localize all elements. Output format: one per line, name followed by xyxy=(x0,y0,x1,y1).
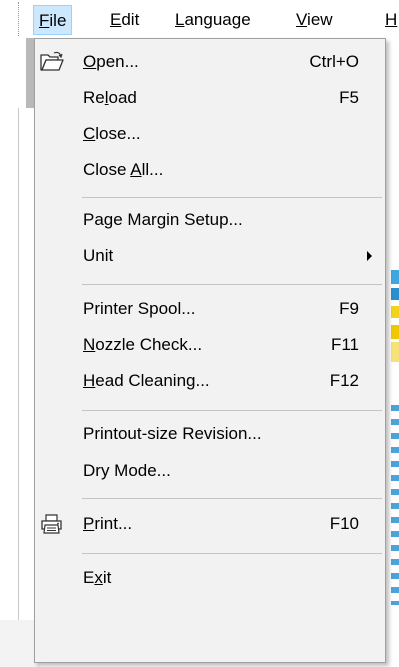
menu-bar-grip xyxy=(18,2,19,36)
menu-item-reload[interactable]: Reload F5 xyxy=(35,80,385,116)
shortcut-label: F11 xyxy=(330,335,359,354)
menu-separator xyxy=(82,197,382,198)
menu-language[interactable]: Language xyxy=(170,5,256,35)
background-content-sliver xyxy=(391,288,399,300)
menu-file[interactable]: File xyxy=(33,5,73,35)
menu-item-head-cleaning[interactable]: Head Cleaning... F12 xyxy=(35,363,385,399)
menu-separator xyxy=(82,284,382,285)
shortcut-label: F12 xyxy=(329,371,359,390)
shortcut-label: F9 xyxy=(339,299,359,318)
menu-item-close[interactable]: Close... xyxy=(35,116,385,152)
menu-bar: File Edit Language View H xyxy=(0,0,399,38)
background-document-edge xyxy=(18,108,34,648)
menu-view[interactable]: View xyxy=(291,5,338,35)
background-content-sliver xyxy=(391,306,399,318)
menu-item-printer-spool[interactable]: Printer Spool... F9 xyxy=(35,291,385,327)
background-content-sliver xyxy=(391,325,399,339)
shortcut-label: F10 xyxy=(329,514,359,533)
background-content-sliver xyxy=(391,342,399,362)
menu-separator xyxy=(82,498,382,499)
menu-item-printout-size-revision[interactable]: Printout-size Revision... xyxy=(35,416,385,452)
menu-edit[interactable]: Edit xyxy=(105,5,144,35)
menu-item-page-margin-setup[interactable]: Page Margin Setup... xyxy=(35,202,385,238)
menu-item-dry-mode[interactable]: Dry Mode... xyxy=(35,453,385,489)
menu-separator xyxy=(82,553,382,554)
background-content-sliver xyxy=(391,270,399,284)
menu-item-unit[interactable]: Unit xyxy=(35,238,385,274)
menu-item-nozzle-check[interactable]: Nozzle Check... F11 xyxy=(35,327,385,363)
menu-item-close-all[interactable]: Close All... xyxy=(35,152,385,188)
shortcut-label: Ctrl+O xyxy=(309,52,359,71)
menu-item-exit[interactable]: Exit xyxy=(35,560,385,596)
file-menu-dropdown: Open... Ctrl+O Reload F5 Close... Close … xyxy=(34,38,386,663)
background-content-sliver xyxy=(391,405,399,605)
printer-icon xyxy=(39,512,65,536)
submenu-arrow-icon xyxy=(367,251,372,261)
menu-help[interactable]: H xyxy=(380,5,399,35)
menu-item-print[interactable]: Print... F10 xyxy=(35,506,385,542)
shortcut-label: F5 xyxy=(339,88,359,107)
folder-open-icon xyxy=(39,50,65,74)
background-panel xyxy=(26,38,34,108)
menu-item-open[interactable]: Open... Ctrl+O xyxy=(35,44,385,80)
menu-separator xyxy=(82,410,382,411)
